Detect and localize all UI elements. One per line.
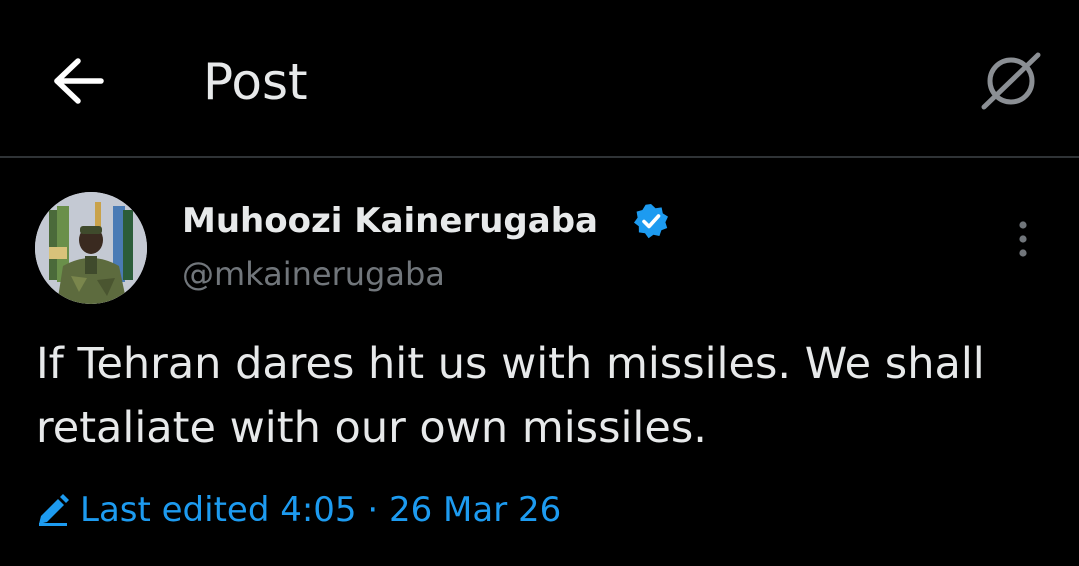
back-button[interactable] [52, 58, 104, 104]
more-vertical-icon [1019, 221, 1027, 257]
edit-history-link[interactable]: Last edited 4:05 · 26 Mar 26 [36, 487, 561, 533]
avatar-image [35, 192, 147, 304]
avatar[interactable] [35, 192, 147, 304]
verified-badge-icon [634, 204, 668, 239]
grok-icon [981, 52, 1041, 110]
post-text: If Tehran dares hit us with missiles. We… [36, 339, 985, 453]
more-options-button[interactable] [1006, 218, 1040, 260]
last-edited-label: Last edited 4:05 · 26 Mar 26 [80, 490, 562, 530]
page-title: Post [203, 53, 308, 111]
arrow-left-icon [54, 58, 104, 104]
grok-button[interactable] [978, 50, 1044, 112]
author-handle[interactable]: @mkainerugaba [182, 252, 445, 296]
top-bar: Post [0, 0, 1079, 158]
pencil-icon [39, 494, 69, 526]
author-display-name[interactable]: Muhoozi Kainerugaba [182, 198, 598, 244]
